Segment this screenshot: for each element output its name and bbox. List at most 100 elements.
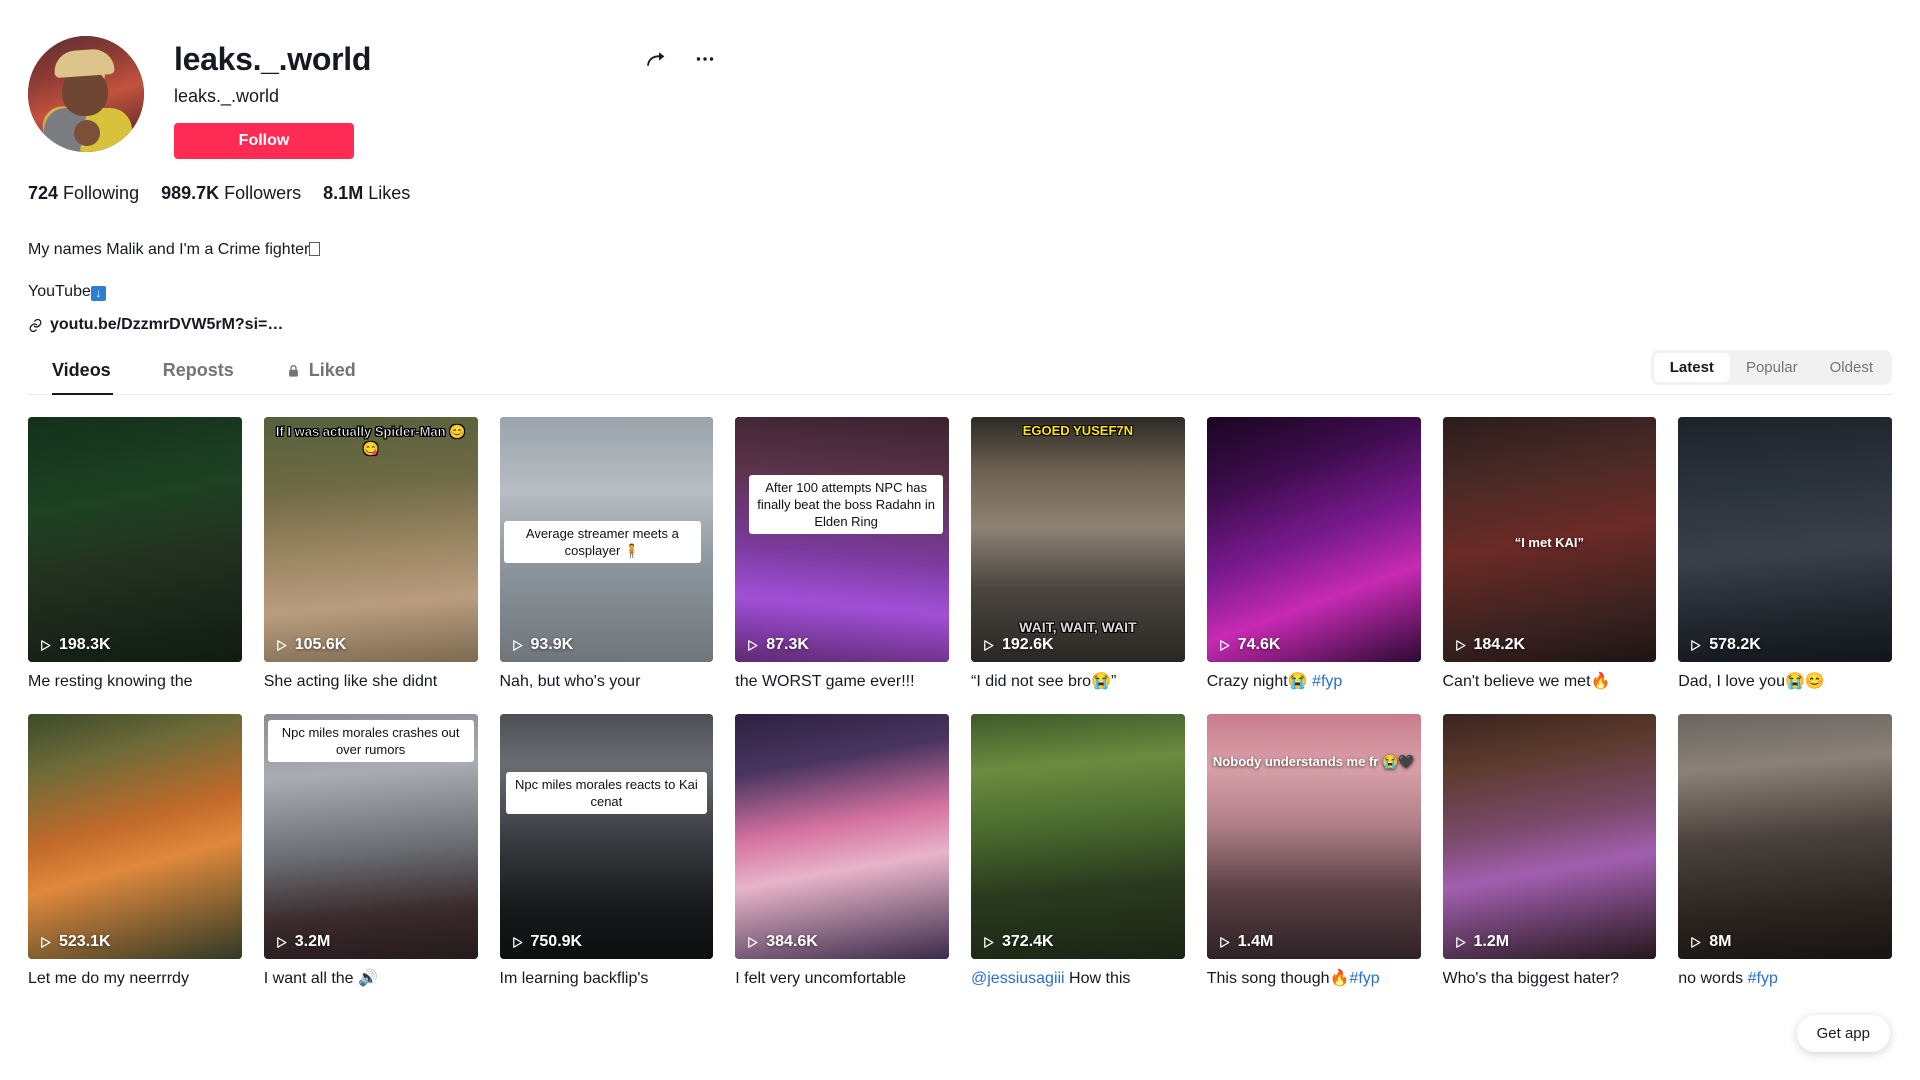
- video-card[interactable]: “I met KAI” 184.2K Can't believe we met🔥: [1442, 417, 1657, 692]
- thumbnail-image: [971, 714, 1185, 959]
- bio-line-1: My names Malik and I'm a Crime fighter: [28, 241, 310, 258]
- play-icon: [38, 638, 53, 653]
- video-thumbnail[interactable]: Nobody understands me fr 😭🖤 1.4M: [1206, 714, 1421, 959]
- profile-info: leaks._.world leaks._.world Follow: [174, 36, 1920, 159]
- caption-hashtag[interactable]: #fyp: [1349, 970, 1379, 987]
- video-card[interactable]: 1.2M Who's tha biggest hater?: [1442, 714, 1657, 989]
- video-thumbnail[interactable]: “I met KAI” 184.2K: [1442, 417, 1657, 662]
- video-card[interactable]: Average streamer meets a cosplayer 🧍 93.9…: [499, 417, 714, 692]
- share-arrow-icon[interactable]: [644, 46, 670, 72]
- follow-button[interactable]: Follow: [174, 123, 354, 159]
- caption-hashtag[interactable]: #fyp: [1312, 673, 1342, 690]
- play-icon: [1217, 638, 1232, 653]
- view-count-value: 3.2M: [294, 933, 331, 950]
- video-card[interactable]: If I was actually Spider-Man 😊😋 105.6K She…: [263, 417, 478, 692]
- video-thumbnail[interactable]: 372.4K: [971, 714, 1185, 959]
- video-card[interactable]: 372.4K @jessiusagiii How this: [971, 714, 1185, 989]
- video-card[interactable]: EGOED YUSEF7N WAIT, WAIT, WAIT 192.6K “I di…: [971, 417, 1185, 692]
- thumbnail-image: [499, 714, 714, 959]
- video-caption: I felt very uncomfortable: [735, 968, 949, 989]
- video-card[interactable]: Npc miles morales crashes out over rumor…: [263, 714, 478, 989]
- view-count: 1.4M: [1217, 933, 1274, 951]
- video-thumbnail[interactable]: Average streamer meets a cosplayer 🧍 93.9…: [499, 417, 714, 662]
- video-thumbnail[interactable]: 523.1K: [28, 714, 242, 959]
- video-thumbnail[interactable]: 1.2M: [1442, 714, 1657, 959]
- video-thumbnail[interactable]: 198.3K: [28, 417, 242, 662]
- video-caption: Who's tha biggest hater?: [1443, 968, 1657, 989]
- thumbnail-image: [1442, 714, 1657, 959]
- bio-line-2: YouTube: [28, 283, 91, 300]
- stat-following[interactable]: 724 Following: [28, 183, 139, 204]
- view-count-value: 74.6K: [1237, 636, 1281, 653]
- video-thumbnail[interactable]: If I was actually Spider-Man 😊😋 105.6K: [263, 417, 478, 662]
- caption-text: She acting like she didnt: [263, 673, 438, 690]
- likes-label: Likes: [368, 183, 411, 203]
- view-count-value: 372.4K: [1002, 933, 1054, 950]
- video-card[interactable]: 523.1K Let me do my neerrrdy: [28, 714, 242, 989]
- video-thumbnail[interactable]: 578.2K: [1678, 417, 1892, 662]
- more-ellipsis-icon[interactable]: [692, 46, 718, 72]
- thumbnail-image: [1206, 714, 1421, 959]
- video-card[interactable]: Npc miles morales reacts to Kai cenat 750…: [499, 714, 714, 989]
- down-arrow-emoji-icon: ↓: [90, 286, 106, 301]
- video-card[interactable]: After 100 attempts NPC has finally beat …: [735, 417, 949, 692]
- view-count: 384.6K: [745, 933, 818, 951]
- caption-text: I felt very uncomfortable: [735, 970, 906, 987]
- video-caption: no words #fyp: [1678, 968, 1892, 989]
- caption-mention[interactable]: @jessiusagiii: [971, 970, 1065, 987]
- profile-link-text: youtu.be/DzzmrDVW5rM?si=…: [50, 316, 284, 333]
- sort-option-popular[interactable]: Popular: [1730, 353, 1814, 382]
- tab-reposts[interactable]: Reposts: [137, 360, 260, 394]
- profile-avatar[interactable]: [28, 36, 144, 152]
- video-caption: Crazy night😭 #fyp: [1207, 671, 1421, 692]
- profile-link[interactable]: youtu.be/DzzmrDVW5rM?si=…: [28, 316, 1920, 334]
- thumbnail-image: [28, 417, 242, 662]
- video-thumbnail[interactable]: 384.6K: [735, 714, 949, 959]
- following-count: 724: [28, 183, 59, 203]
- view-count: 105.6K: [274, 636, 346, 654]
- video-thumbnail[interactable]: EGOED YUSEF7N WAIT, WAIT, WAIT 192.6K: [971, 417, 1185, 662]
- tab-liked[interactable]: Liked: [260, 360, 382, 394]
- profile-bio: My names Malik and I'm a Crime fighter Y…: [28, 218, 1920, 302]
- thumbnail-overlay-text: After 100 attempts NPC has finally beat …: [749, 475, 943, 534]
- video-card[interactable]: Nobody understands me fr 😭🖤 1.4M This song…: [1206, 714, 1421, 989]
- view-count: 578.2K: [1688, 636, 1761, 654]
- caption-text: Can't believe we met🔥: [1442, 673, 1611, 690]
- stat-likes[interactable]: 8.1M Likes: [323, 183, 410, 204]
- video-card[interactable]: 578.2K Dad, I love you😭😊: [1678, 417, 1892, 692]
- video-card[interactable]: 8M no words #fyp: [1678, 714, 1892, 989]
- sort-option-latest[interactable]: Latest: [1653, 353, 1730, 382]
- video-card[interactable]: 74.6K Crazy night😭 #fyp: [1206, 417, 1421, 692]
- video-thumbnail[interactable]: 8M: [1678, 714, 1892, 959]
- stat-followers[interactable]: 989.7K Followers: [161, 183, 301, 204]
- view-count-value: 523.1K: [59, 933, 111, 950]
- video-card[interactable]: 198.3K Me resting knowing the: [28, 417, 242, 692]
- view-count: 3.2M: [274, 933, 331, 951]
- sort-option-oldest[interactable]: Oldest: [1814, 353, 1889, 382]
- caption-text: Nah, but who's your: [499, 673, 641, 690]
- video-thumbnail[interactable]: Npc miles morales reacts to Kai cenat 750…: [499, 714, 714, 959]
- get-app-button[interactable]: Get app: [1796, 1015, 1890, 1052]
- caption-text: Dad, I love you😭😊: [1678, 673, 1825, 690]
- view-count: 750.9K: [510, 933, 582, 951]
- view-count-value: 198.3K: [59, 636, 111, 653]
- thumbnail-image: [1678, 714, 1892, 959]
- tabs-section: Videos Reposts Liked Latest Popular Olde…: [28, 350, 1892, 395]
- video-caption: Dad, I love you😭😊: [1678, 671, 1892, 692]
- video-caption: This song though🔥#fyp: [1207, 968, 1421, 989]
- caption-text: Im learning backflip's: [499, 970, 649, 987]
- tab-videos[interactable]: Videos: [28, 360, 137, 395]
- thumbnail-image: [1678, 417, 1892, 662]
- video-card[interactable]: 384.6K I felt very uncomfortable: [735, 714, 949, 989]
- video-caption: Can't believe we met🔥: [1443, 671, 1657, 692]
- play-icon: [745, 638, 760, 653]
- video-thumbnail[interactable]: After 100 attempts NPC has finally beat …: [735, 417, 949, 662]
- caption-text: I want all the 🔊: [263, 970, 378, 987]
- video-thumbnail[interactable]: Npc miles morales crashes out over rumor…: [263, 714, 478, 959]
- view-count-value: 1.4M: [1237, 933, 1274, 950]
- view-count: 184.2K: [1453, 636, 1525, 654]
- lock-icon: [288, 364, 298, 377]
- caption-hashtag[interactable]: #fyp: [1748, 970, 1778, 987]
- thumbnail-image: [1206, 417, 1421, 662]
- video-thumbnail[interactable]: 74.6K: [1206, 417, 1421, 662]
